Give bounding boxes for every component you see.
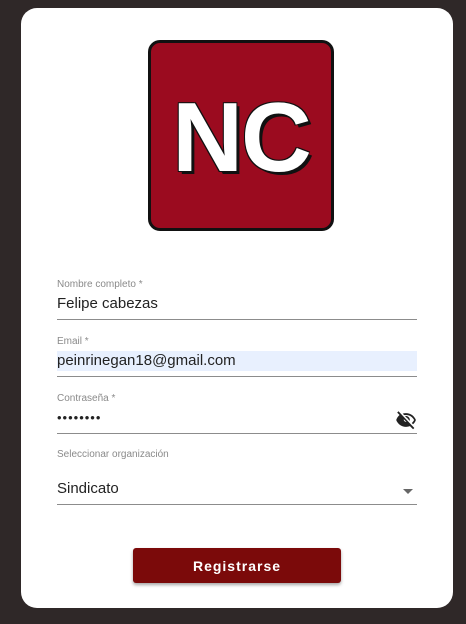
password-label: Contraseña * <box>57 393 116 404</box>
password-underline <box>57 433 417 434</box>
full-name-underline <box>57 319 417 320</box>
register-button[interactable]: Registrarse <box>133 548 341 583</box>
email-field[interactable]: Email * peinrinegan18@gmail.com <box>57 336 417 377</box>
organization-label: Seleccionar organización <box>57 449 169 460</box>
logo-text: NC <box>172 82 312 192</box>
organization-value[interactable]: Sindicato <box>57 479 417 499</box>
full-name-input[interactable]: Felipe cabezas <box>57 294 417 314</box>
eye-off-icon[interactable] <box>395 409 417 431</box>
email-input[interactable]: peinrinegan18@gmail.com <box>57 351 417 371</box>
organization-select[interactable]: Seleccionar organización Sindicato <box>57 449 417 505</box>
nc-logo: NC <box>148 40 334 231</box>
email-underline <box>57 376 417 377</box>
full-name-label: Nombre completo * <box>57 279 143 290</box>
password-field[interactable]: Contraseña * •••••••• <box>57 393 417 434</box>
password-input[interactable]: •••••••• <box>57 408 417 428</box>
caret-down-icon[interactable] <box>403 489 413 494</box>
email-label: Email * <box>57 336 89 347</box>
organization-underline <box>57 504 417 505</box>
full-name-field[interactable]: Nombre completo * Felipe cabezas <box>57 279 417 320</box>
register-card: NC Nombre completo * Felipe cabezas Emai… <box>21 8 453 608</box>
